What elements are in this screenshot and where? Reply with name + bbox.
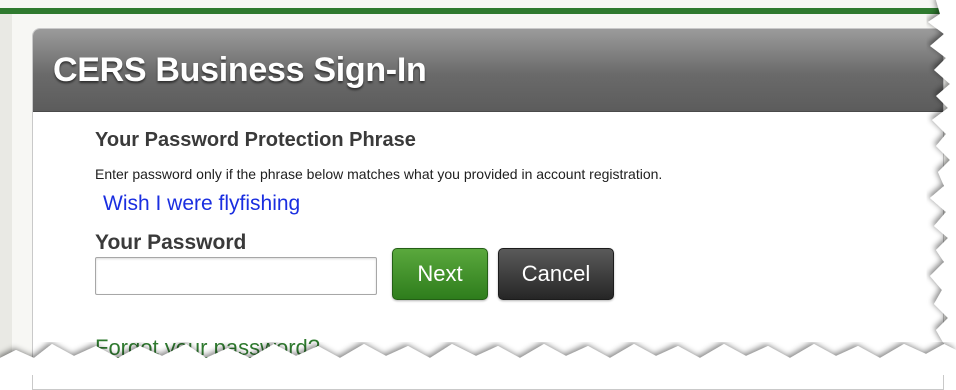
top-accent-bar xyxy=(0,8,956,14)
sign-in-panel: CERS Business Sign-In Your Password Prot… xyxy=(32,28,944,390)
phrase-heading: Your Password Protection Phrase xyxy=(95,129,416,151)
panel-header: CERS Business Sign-In xyxy=(33,29,943,112)
cancel-button[interactable]: Cancel xyxy=(498,248,614,300)
next-button[interactable]: Next xyxy=(392,248,488,300)
protection-phrase: Wish I were flyfishing xyxy=(103,192,301,215)
page-title: CERS Business Sign-In xyxy=(53,51,427,89)
forgot-password-link[interactable]: Forgot your password? xyxy=(95,335,320,361)
phrase-instructions: Enter password only if the phrase below … xyxy=(95,166,663,182)
left-page-strip xyxy=(0,14,12,375)
password-input[interactable] xyxy=(95,257,377,295)
password-label: Your Password xyxy=(95,231,247,254)
